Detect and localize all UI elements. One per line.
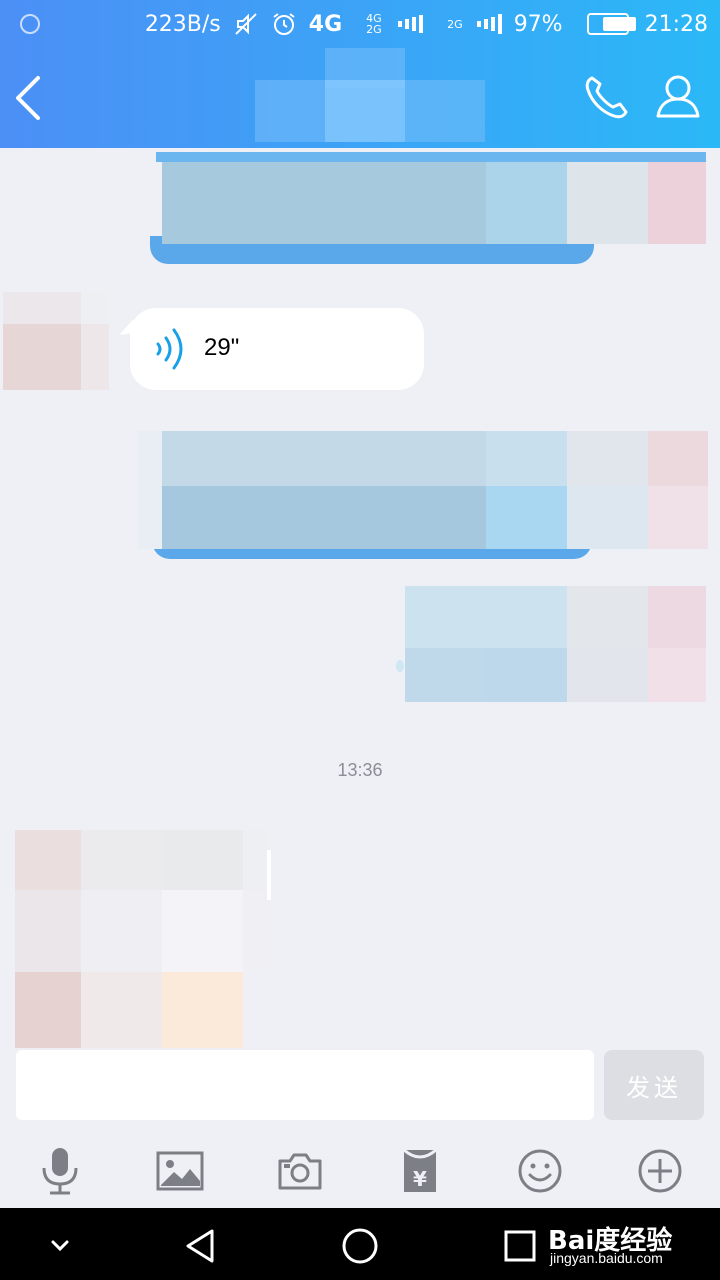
plus-icon — [638, 1149, 682, 1193]
emoji-icon — [518, 1149, 562, 1193]
recents-button[interactable] — [498, 1224, 542, 1268]
contact-avatar[interactable] — [3, 292, 109, 390]
net-speed: 223B/s — [144, 11, 221, 37]
clock: 21:28 — [644, 11, 708, 37]
phone-icon — [585, 76, 628, 119]
profile-button[interactable] — [652, 70, 704, 122]
home-circle-icon — [342, 1228, 378, 1264]
emoji-button[interactable] — [510, 1144, 570, 1198]
red-packet-icon: ¥ — [403, 1148, 437, 1192]
notification-icon — [20, 14, 40, 34]
input-row: 发送 — [0, 1048, 720, 1134]
send-button[interactable]: 发送 — [604, 1050, 704, 1120]
back-button[interactable] — [10, 72, 50, 124]
system-back-button[interactable] — [178, 1224, 222, 1268]
collapse-icon — [51, 1240, 69, 1252]
message-timestamp: 13:36 — [337, 760, 383, 780]
header: 223B/s 4G 4G 2G 2G 97% 21:28 — [0, 0, 720, 148]
mute-icon — [233, 11, 259, 37]
nav-bar — [0, 48, 720, 148]
camera-icon — [278, 1153, 322, 1190]
outgoing-message-blurred[interactable] — [150, 148, 706, 264]
back-triangle-icon — [186, 1229, 214, 1263]
home-button[interactable] — [338, 1224, 382, 1268]
signal-icon: 4G 2G — [354, 12, 424, 36]
battery-percent: 97% — [513, 11, 563, 37]
more-button[interactable] — [630, 1144, 690, 1198]
network-2g-label: 2G — [447, 17, 463, 31]
input-toolbar: ¥ — [0, 1134, 720, 1208]
signal-2g-icon: 2G — [435, 13, 502, 35]
voice-message-bubble[interactable]: 29" — [130, 308, 424, 390]
yuan-symbol: ¥ — [413, 1167, 427, 1191]
outgoing-message-blurred[interactable] — [138, 431, 708, 559]
microphone-icon — [42, 1148, 78, 1195]
profile-icon — [656, 75, 700, 118]
call-button[interactable] — [580, 72, 632, 124]
contact-name — [255, 48, 485, 143]
status-bar: 223B/s 4G 4G 2G 2G 97% 21:28 — [0, 0, 720, 48]
photo-album-button[interactable] — [150, 1144, 210, 1198]
alarm-icon — [271, 11, 297, 37]
battery-fill — [602, 17, 636, 31]
chat-area[interactable]: 29" 13:36 — [0, 148, 720, 1048]
system-nav-bar: Bai度经验 jingyan.baidu.com — [0, 1208, 720, 1280]
watermark-url: jingyan.baidu.com — [550, 1250, 663, 1266]
voice-input-button[interactable] — [30, 1144, 90, 1198]
message-input[interactable] — [16, 1050, 594, 1120]
outgoing-message-blurred[interactable] — [396, 586, 706, 702]
network-4g-label: 4G — [308, 11, 343, 37]
camera-button[interactable] — [270, 1144, 330, 1198]
red-packet-button[interactable]: ¥ — [390, 1144, 450, 1198]
voice-wave-icon — [156, 328, 183, 370]
image-icon — [156, 1151, 204, 1191]
collapse-button[interactable] — [38, 1224, 82, 1268]
recents-square-icon — [504, 1230, 536, 1262]
baidu-jingyan-watermark: Bai度经验 jingyan.baidu.com — [548, 1220, 672, 1266]
voice-duration: 29" — [204, 334, 240, 361]
network-4g-2g-label: 4G 2G — [366, 12, 382, 36]
battery-icon — [575, 13, 636, 35]
incoming-image-blurred[interactable] — [15, 830, 271, 1048]
back-arrow-icon — [16, 76, 40, 120]
